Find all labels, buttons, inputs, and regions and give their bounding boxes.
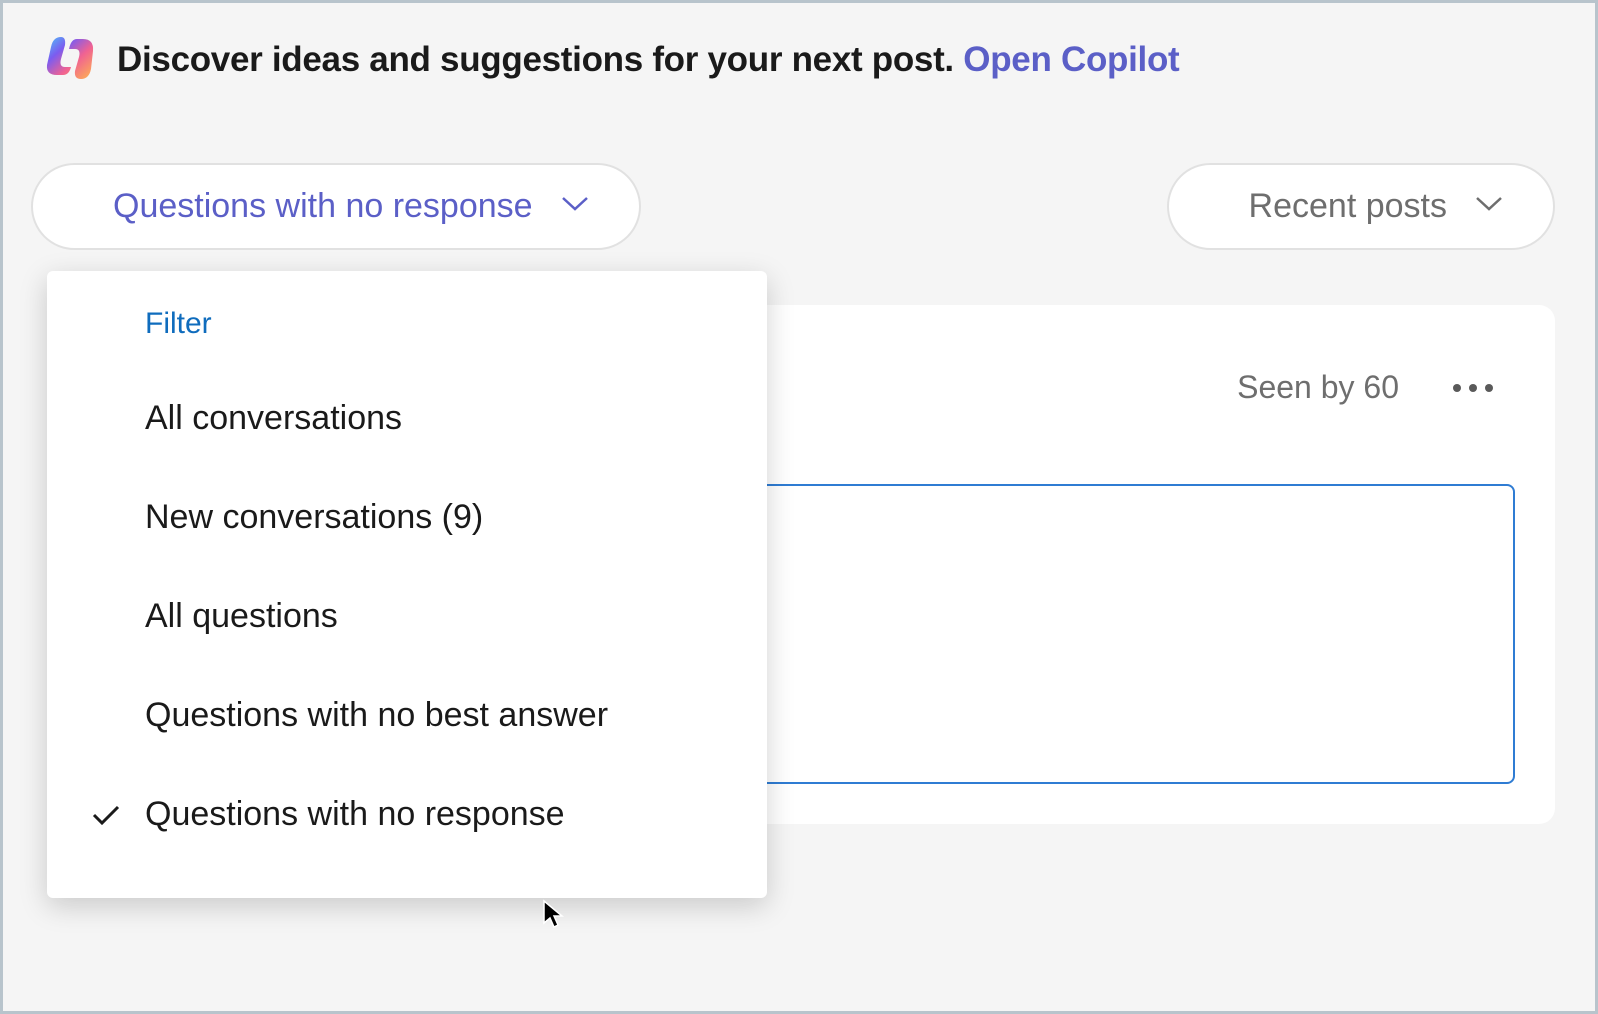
sort-dropdown-label: Recent posts: [1249, 187, 1447, 226]
chevron-down-icon: [561, 196, 589, 217]
banner-message: Discover ideas and suggestions for your …: [117, 40, 963, 79]
filter-option-label: New conversations (9): [91, 498, 483, 537]
filter-dropdown[interactable]: Questions with no response: [31, 163, 641, 250]
copilot-banner: Discover ideas and suggestions for your …: [3, 3, 1595, 108]
filter-option-new-conversations[interactable]: New conversations (9): [47, 468, 767, 567]
open-copilot-link[interactable]: Open Copilot: [963, 40, 1179, 79]
filter-dropdown-label: Questions with no response: [113, 187, 533, 226]
more-options-button[interactable]: [1443, 374, 1503, 402]
filter-option-no-best-answer[interactable]: Questions with no best answer: [47, 666, 767, 765]
chevron-down-icon: [1475, 196, 1503, 217]
banner-text: Discover ideas and suggestions for your …: [117, 40, 1179, 80]
controls-row: Questions with no response Recent posts: [3, 108, 1595, 250]
filter-option-label: Questions with no best answer: [91, 696, 608, 735]
filter-option-no-response[interactable]: Questions with no response: [47, 765, 767, 864]
sort-dropdown[interactable]: Recent posts: [1167, 163, 1555, 250]
seen-by-label: Seen by 60: [1237, 369, 1399, 406]
filter-option-all-questions[interactable]: All questions: [47, 567, 767, 666]
filter-option-label: All conversations: [91, 399, 402, 438]
filter-option-label: Questions with no response: [145, 795, 565, 834]
copilot-icon: [43, 31, 95, 88]
filter-dropdown-menu: Filter All conversations New conversatio…: [47, 271, 767, 898]
filter-menu-heading: Filter: [47, 299, 767, 369]
check-icon: [91, 804, 145, 826]
filter-option-label: All questions: [91, 597, 338, 636]
filter-option-all-conversations[interactable]: All conversations: [47, 369, 767, 468]
